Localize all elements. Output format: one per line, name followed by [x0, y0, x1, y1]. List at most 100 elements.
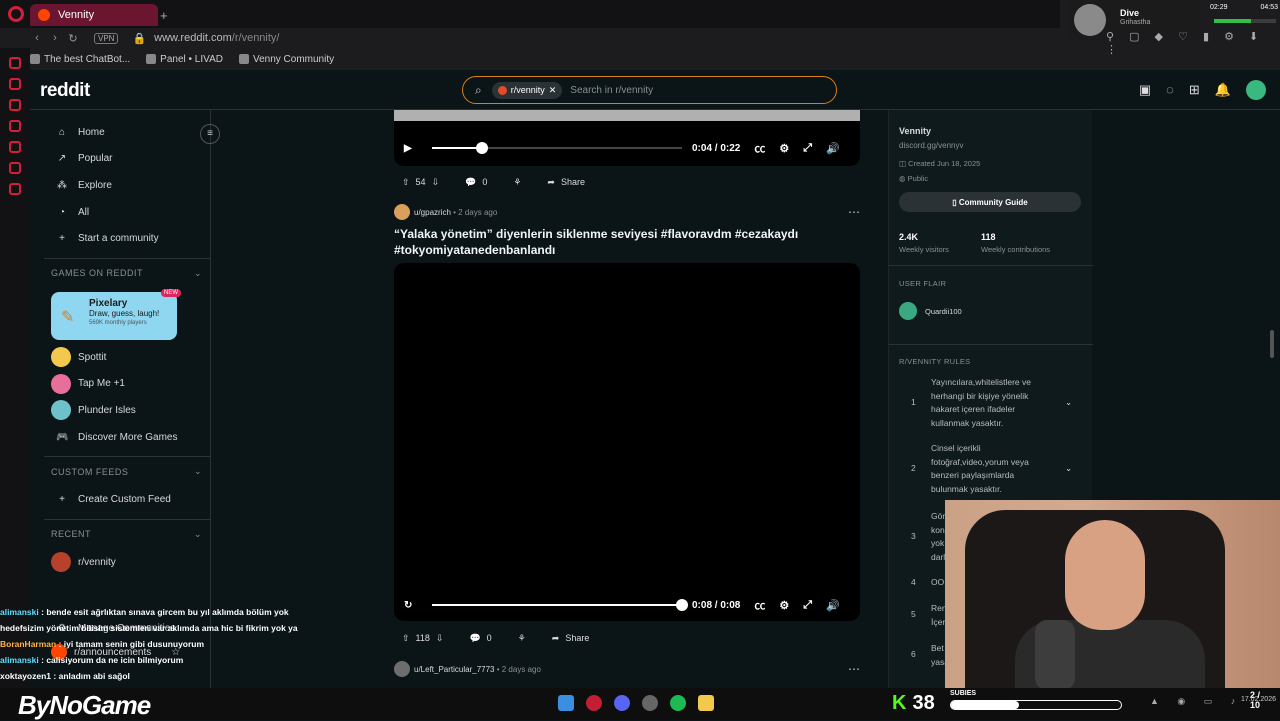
- globe-icon: ◍: [899, 174, 908, 183]
- chevron-down-icon[interactable]: ⌄: [1065, 396, 1072, 410]
- game-plunder[interactable]: Plunder Isles: [44, 397, 210, 424]
- create-post-icon[interactable]: ⊞: [1189, 82, 1200, 100]
- opera-icon[interactable]: [586, 695, 602, 711]
- user-flair[interactable]: Quardii100: [899, 302, 962, 320]
- avatar[interactable]: [394, 661, 410, 677]
- more-options-icon[interactable]: ⋯: [848, 662, 860, 676]
- downvote-icon[interactable]: ⇩: [432, 177, 440, 188]
- reload-icon[interactable]: ↻: [64, 32, 82, 45]
- new-tab-icon[interactable]: +: [160, 8, 168, 23]
- rule-item[interactable]: 1 Yayıncılara,whitelistlere ve herhangi b…: [899, 376, 1079, 430]
- video-progress-2[interactable]: [432, 599, 688, 611]
- tab-vennity[interactable]: Vennity: [30, 4, 158, 26]
- folder-icon[interactable]: [698, 695, 714, 711]
- upvote-icon[interactable]: ⇧: [402, 633, 410, 644]
- bookmark-item[interactable]: Panel • LIVAD: [146, 54, 223, 65]
- post-author[interactable]: u/gpazrich: [414, 208, 451, 217]
- create-custom-feed[interactable]: + Create Custom Feed: [44, 486, 210, 513]
- forward-icon[interactable]: ›: [46, 32, 64, 44]
- windows-start-icon[interactable]: [558, 695, 574, 711]
- share-icon: ➦: [551, 632, 560, 643]
- gamepad-icon: 🎮: [56, 431, 69, 443]
- search-community-chip[interactable]: r/vennity ✕: [491, 81, 563, 99]
- vote-control[interactable]: ⇧ 54 ⇩: [394, 171, 447, 193]
- nav-popular[interactable]: ↗ Popular: [44, 146, 210, 173]
- post-author[interactable]: u/Left_Particular_7773: [414, 665, 495, 674]
- history-icon[interactable]: [9, 162, 21, 174]
- video-player-1[interactable]: ▶ 0:04 / 0:22 ㏄ ⚙ ⤢ 🔊: [394, 110, 860, 166]
- custom-feeds-header[interactable]: CUSTOM FEEDS ⌄: [44, 456, 210, 486]
- share-button[interactable]: ➦ Share: [544, 627, 598, 649]
- video-progress-1[interactable]: [432, 142, 682, 154]
- discord-icon[interactable]: [614, 695, 630, 711]
- opera-logo-icon[interactable]: [8, 6, 24, 22]
- comments-button[interactable]: 💬 0: [457, 171, 495, 193]
- discover-games[interactable]: 🎮 Discover More Games: [44, 424, 210, 451]
- nav-start-community[interactable]: + Start a community: [44, 225, 210, 252]
- award-button[interactable]: ⚘: [510, 627, 534, 649]
- page-scrollbar[interactable]: [1270, 330, 1274, 358]
- chat-icon[interactable]: ◌: [1166, 82, 1174, 100]
- nav-all[interactable]: ◔ All: [44, 199, 210, 226]
- pixelary-card[interactable]: ✎ Pixelary Draw, guess, laugh! 569K mont…: [51, 288, 181, 340]
- more-options-icon[interactable]: ⋯: [848, 205, 860, 219]
- user-avatar[interactable]: [1246, 80, 1266, 100]
- settings-icon[interactable]: [9, 183, 21, 195]
- bookmark-item[interactable]: The best ChatBot...: [30, 54, 130, 65]
- comments-button[interactable]: 💬 0: [461, 627, 499, 649]
- bell-icon[interactable]: 🔔: [1215, 82, 1231, 100]
- obs-icon[interactable]: [642, 695, 658, 711]
- nav-explore[interactable]: ⁂ Explore: [44, 172, 210, 199]
- community-name: Vennity: [899, 126, 932, 136]
- post-title[interactable]: “Yalaka yönetim” diyenlerin siklenme sev…: [394, 226, 814, 258]
- search-input[interactable]: ⌕ r/vennity ✕ Search in r/vennity: [462, 76, 837, 104]
- avatar[interactable]: [394, 204, 410, 220]
- community-link[interactable]: discord.gg/vennyv: [899, 141, 963, 150]
- captions-icon[interactable]: ㏄: [754, 140, 765, 156]
- extensions-icon[interactable]: ⚲ ▢ ◆ ♡ ▮ ⚙ ⬇ ⋮: [1106, 30, 1280, 56]
- recent-vennity[interactable]: r/vennity: [44, 549, 210, 576]
- visitors-count: 2.4K: [899, 232, 919, 242]
- instagram-icon[interactable]: [9, 99, 21, 111]
- settings-icon[interactable]: ⚙: [779, 142, 789, 155]
- games-section-header[interactable]: GAMES ON REDDIT ⌄: [44, 257, 210, 288]
- chevron-down-icon: ⌄: [193, 466, 202, 477]
- vote-control[interactable]: ⇧ 118 ⇩: [394, 627, 451, 649]
- recent-header[interactable]: RECENT ⌄: [44, 518, 210, 549]
- game-spottit[interactable]: Spottit: [44, 344, 210, 371]
- whatsapp-icon[interactable]: [9, 78, 21, 90]
- volume-icon[interactable]: 🔊: [826, 599, 840, 612]
- volume-icon[interactable]: 🔊: [826, 142, 840, 155]
- fullscreen-icon[interactable]: ⤢: [803, 599, 812, 612]
- community-guide-button[interactable]: ▯ Community Guide: [899, 192, 1081, 212]
- x-icon[interactable]: [9, 141, 21, 153]
- spotify-icon[interactable]: [670, 695, 686, 711]
- vpn-badge[interactable]: VPN: [94, 32, 119, 44]
- reddit-header: reddit ⌕ r/vennity ✕ Search in r/vennity …: [30, 70, 1280, 110]
- reddit-logo[interactable]: reddit: [40, 80, 90, 102]
- award-button[interactable]: ⚘: [505, 171, 529, 193]
- address-bar[interactable]: ‹ › ↻ VPN 🔒 www.reddit.com/r/vennity/: [28, 28, 1088, 48]
- replay-icon[interactable]: ↻: [404, 600, 418, 611]
- share-button[interactable]: ➦ Share: [539, 171, 593, 193]
- chevron-down-icon[interactable]: ⌄: [1065, 462, 1072, 476]
- url-host[interactable]: www.reddit.com: [154, 32, 232, 44]
- close-icon[interactable]: ✕: [549, 85, 557, 96]
- messenger-icon[interactable]: [9, 57, 21, 69]
- music-icon[interactable]: [9, 120, 21, 132]
- downvote-icon[interactable]: ⇩: [436, 633, 444, 644]
- bookmark-item[interactable]: Venny Community: [238, 54, 334, 65]
- advertise-icon[interactable]: ▣: [1139, 82, 1151, 100]
- captions-icon[interactable]: ㏄: [754, 597, 765, 613]
- chevron-down-icon: ⌄: [193, 267, 202, 278]
- game-tapme[interactable]: Tap Me +1: [44, 371, 210, 398]
- rule-item[interactable]: 2 Cinsel içerikli fotoğraf,video,yorum ve…: [899, 442, 1079, 496]
- url-path[interactable]: /r/vennity/: [232, 32, 280, 44]
- upvote-icon[interactable]: ⇧: [402, 177, 410, 188]
- fullscreen-icon[interactable]: ⤢: [803, 142, 812, 155]
- back-icon[interactable]: ‹: [28, 32, 46, 44]
- play-icon[interactable]: ▶: [404, 143, 418, 154]
- settings-icon[interactable]: ⚙: [779, 599, 789, 612]
- video-player-2[interactable]: ↻ 0:08 / 0:08 ㏄ ⚙ ⤢ 🔊: [394, 263, 860, 621]
- nav-home[interactable]: ⌂ Home: [44, 119, 210, 146]
